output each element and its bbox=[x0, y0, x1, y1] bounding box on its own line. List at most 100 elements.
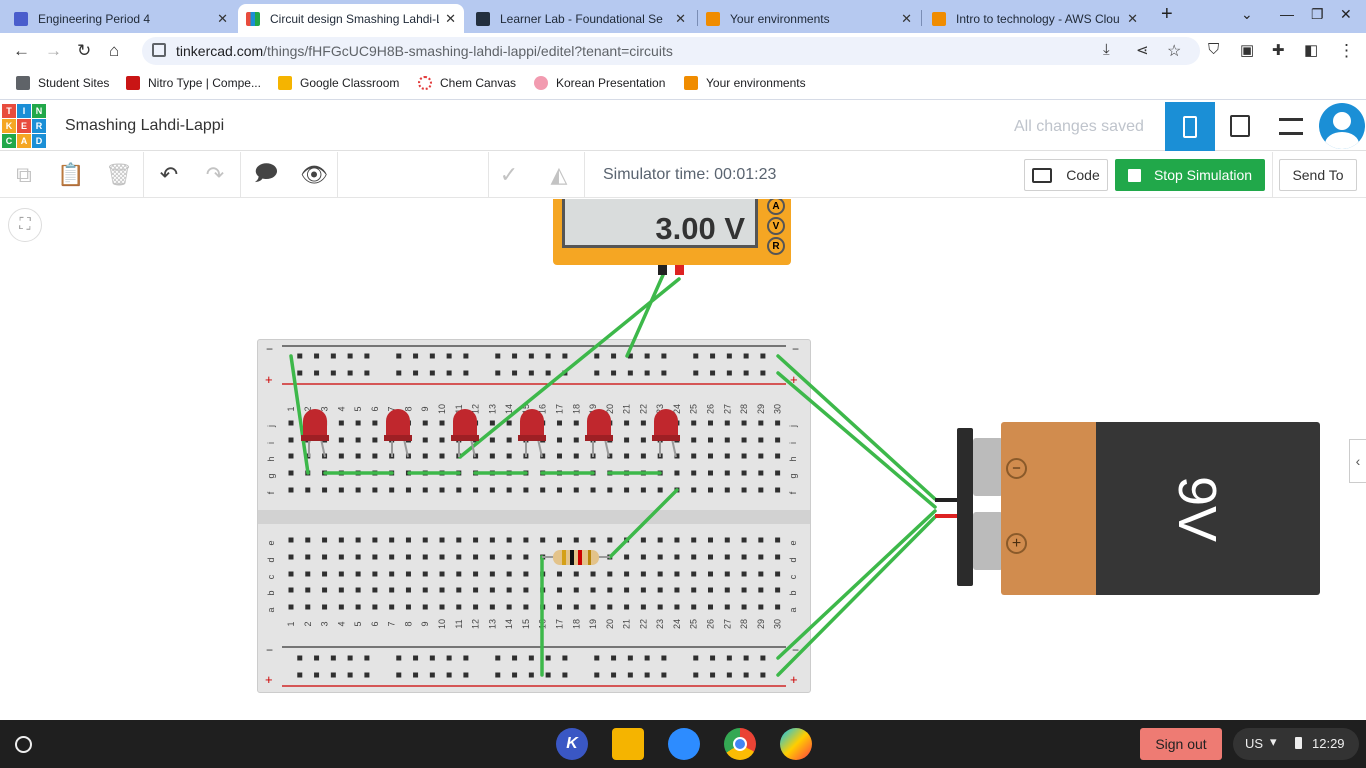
resistor[interactable] bbox=[542, 550, 610, 565]
tab-intro-technology[interactable]: Intro to technology - AWS Clou ✕ bbox=[924, 4, 1146, 33]
wire-battery-plus-bottom bbox=[776, 515, 937, 677]
classroom-icon bbox=[278, 76, 292, 90]
wifi-icon: ▾ bbox=[1270, 734, 1277, 749]
circuit-canvas[interactable]: ⛶ ‹ 3.00 V A V R 1 1 2 2 3 3 4 4 5 5 6 6 7 7 8 8 9 9 10 10 1… bbox=[0, 199, 1366, 720]
tinkercad-logo[interactable]: T I N K E R C A D bbox=[2, 104, 46, 148]
wire-resistor-link bbox=[608, 488, 679, 559]
circuit-overlay bbox=[289, 265, 957, 677]
led bbox=[652, 409, 680, 458]
close-window-icon[interactable]: ✕ bbox=[1340, 6, 1352, 23]
minimize-icon[interactable]: — bbox=[1280, 6, 1294, 22]
restore-icon[interactable]: ❐ bbox=[1311, 6, 1324, 23]
sidepanel-icon[interactable]: ◧ bbox=[1304, 41, 1318, 59]
launcher-icon[interactable] bbox=[15, 736, 32, 753]
tab-strip: Engineering Period 4 ✕ Circuit design Sm… bbox=[0, 0, 1366, 33]
reload-icon[interactable]: ↻ bbox=[77, 41, 91, 61]
zoom-icon[interactable] bbox=[668, 728, 700, 760]
copy-icon[interactable]: ⧉ bbox=[9, 160, 39, 190]
locale: US bbox=[1245, 736, 1264, 751]
rotate-icon[interactable]: ✓ bbox=[494, 160, 524, 190]
bookmark-student-sites[interactable]: Student Sites bbox=[16, 76, 109, 90]
send-to-button[interactable]: Send To bbox=[1279, 159, 1357, 191]
wire-probe-red bbox=[458, 277, 681, 459]
new-tab-icon[interactable]: + bbox=[1161, 3, 1173, 26]
box-icon bbox=[932, 11, 946, 26]
component-list-icon[interactable] bbox=[1279, 118, 1303, 135]
play-store-icon[interactable] bbox=[780, 728, 812, 760]
os-taskbar: K Sign out US ▾ 12:29 bbox=[0, 720, 1366, 768]
delete-icon[interactable]: 🗑 bbox=[104, 160, 134, 190]
stop-simulation-button[interactable]: Stop Simulation bbox=[1115, 159, 1265, 191]
bookmark-chem-canvas[interactable]: Chem Canvas bbox=[418, 76, 516, 90]
home-icon[interactable]: ⌂ bbox=[109, 41, 119, 61]
chevron-down-icon[interactable]: ⌄ bbox=[1241, 6, 1253, 23]
schematic-view-icon[interactable] bbox=[1230, 115, 1250, 137]
clock: 12:29 bbox=[1312, 736, 1345, 751]
tab-divider bbox=[921, 10, 922, 26]
led bbox=[585, 409, 613, 458]
bookmark-nitro-type[interactable]: Nitro Type | Compe... bbox=[126, 76, 261, 90]
box-icon bbox=[706, 11, 720, 26]
extension-icon[interactable]: ▣ bbox=[1240, 41, 1254, 59]
forward-icon[interactable]: → bbox=[45, 41, 62, 61]
editor-toolbar: ⧉ 📋 🗑 ↶ ↷ 🗩 👁 ▼ ▼ ✓ ◭ Simulator time: 00… bbox=[0, 152, 1366, 345]
close-icon[interactable]: ✕ bbox=[1127, 11, 1138, 27]
tab-your-environments[interactable]: Your environments ✕ bbox=[698, 4, 920, 33]
site-info-icon[interactable] bbox=[152, 43, 166, 57]
circuit-view-button[interactable] bbox=[1165, 102, 1215, 151]
url-bar[interactable]: tinkercad.com/things/fHFGcUC9H8B-smashin… bbox=[142, 37, 1200, 65]
probe-black bbox=[658, 265, 667, 275]
flower-icon bbox=[534, 76, 548, 90]
wire-battery-minus-bottom bbox=[776, 509, 937, 660]
back-icon[interactable]: ← bbox=[13, 41, 30, 61]
address-toolbar: ← → ↻ ⌂ tinkercad.com/things/fHFGcUC9H8B… bbox=[0, 33, 1366, 69]
redo-icon[interactable]: ↷ bbox=[200, 160, 230, 190]
close-icon[interactable]: ✕ bbox=[217, 11, 228, 27]
led bbox=[451, 409, 479, 458]
kami-icon[interactable]: K bbox=[556, 728, 588, 760]
close-icon[interactable]: ✕ bbox=[901, 11, 912, 27]
avatar[interactable] bbox=[1319, 103, 1365, 149]
install-icon[interactable]: ⤓ bbox=[1103, 41, 1110, 58]
bookmark-korean-presentation[interactable]: Korean Presentation bbox=[534, 76, 665, 90]
puzzle-icon[interactable]: ✚ bbox=[1272, 41, 1285, 59]
chrome-icon[interactable] bbox=[724, 728, 756, 760]
tinkercad-icon bbox=[246, 11, 260, 26]
notes-icon[interactable]: 🗩 bbox=[251, 160, 281, 190]
tab-engineering[interactable]: Engineering Period 4 ✕ bbox=[6, 4, 236, 33]
paste-icon[interactable]: 📋 bbox=[56, 160, 86, 190]
nitro-icon bbox=[126, 76, 140, 90]
code-button[interactable]: Code bbox=[1024, 159, 1108, 191]
tab-learner-lab[interactable]: Learner Lab - Foundational Se ✕ bbox=[468, 4, 694, 33]
menu-icon[interactable]: ⋮ bbox=[1338, 41, 1355, 61]
chem-canvas-icon bbox=[418, 76, 432, 90]
code-icon bbox=[1032, 167, 1053, 183]
bookmark-google-classroom[interactable]: Google Classroom bbox=[278, 76, 399, 90]
save-status: All changes saved bbox=[1014, 118, 1144, 135]
close-icon[interactable]: ✕ bbox=[445, 11, 456, 27]
share-icon[interactable]: ⋖ bbox=[1136, 41, 1149, 59]
classroom-icon bbox=[14, 11, 28, 26]
wire-battery-plus-top bbox=[776, 371, 937, 509]
shield-icon[interactable]: ⛉ bbox=[1208, 41, 1219, 58]
stop-icon bbox=[1127, 168, 1141, 182]
tab-circuit-design[interactable]: Circuit design Smashing Lahdi-Lappi ✕ bbox=[238, 4, 464, 33]
sign-out-button[interactable]: Sign out bbox=[1140, 728, 1222, 760]
led bbox=[384, 409, 412, 458]
flip-icon[interactable]: ◭ bbox=[544, 160, 574, 190]
folder-icon bbox=[16, 76, 30, 90]
bookmark-your-environments[interactable]: Your environments bbox=[684, 76, 806, 90]
box-icon bbox=[684, 76, 698, 90]
led bbox=[518, 409, 546, 458]
probe-red bbox=[675, 265, 684, 275]
classroom-icon[interactable] bbox=[612, 728, 644, 760]
close-icon[interactable]: ✕ bbox=[675, 11, 686, 27]
star-icon[interactable]: ☆ bbox=[1167, 41, 1181, 61]
wires[interactable] bbox=[289, 273, 937, 677]
circuit-icon bbox=[1183, 115, 1197, 138]
undo-icon[interactable]: ↶ bbox=[154, 160, 184, 190]
simulator-time: Simulator time: 00:01:23 bbox=[603, 166, 777, 183]
project-title[interactable]: Smashing Lahdi-Lappi bbox=[65, 117, 224, 135]
notes-visibility-icon[interactable]: 👁 bbox=[299, 160, 329, 190]
battery-icon bbox=[1295, 737, 1302, 749]
